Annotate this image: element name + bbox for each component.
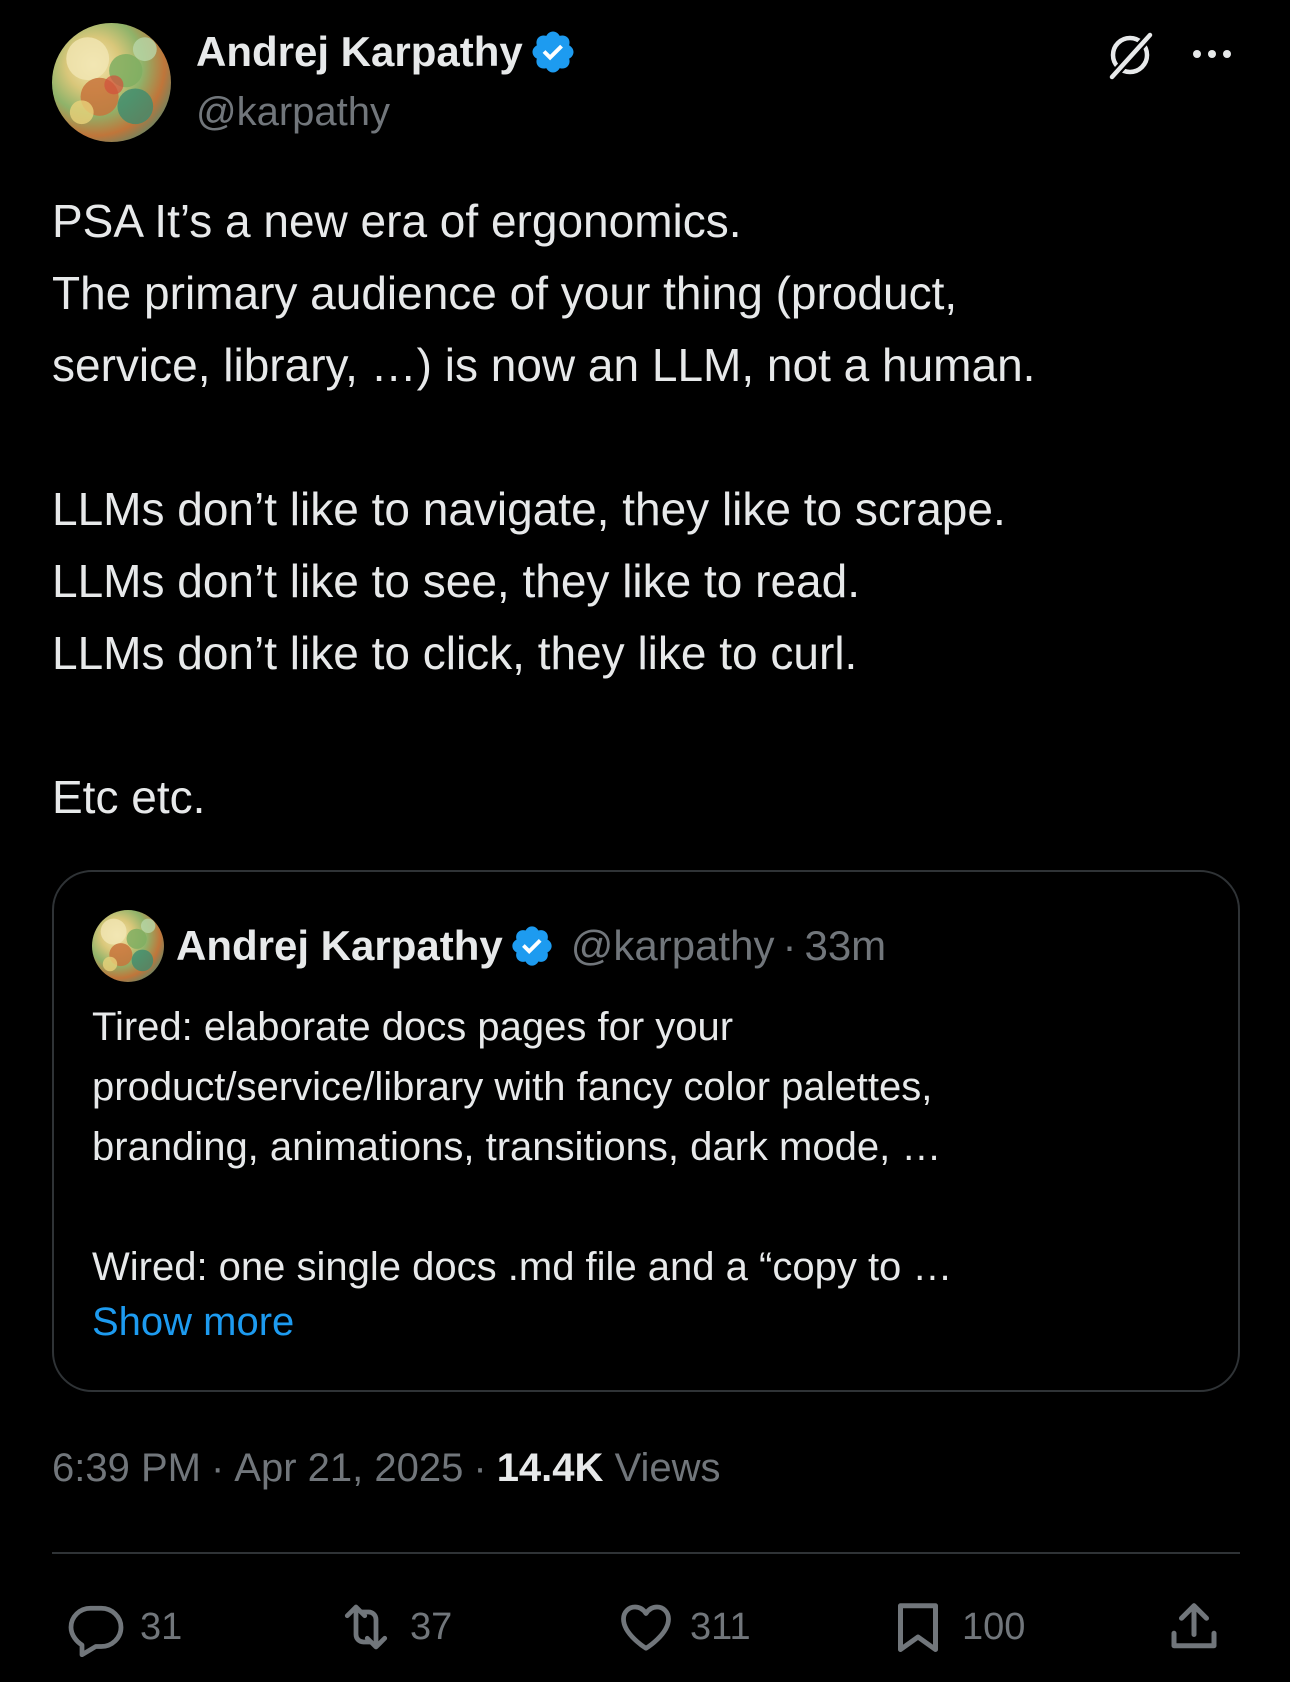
quote-line: product/service/library with fancy color… (92, 1065, 933, 1109)
tweet-line: Etc etc. (52, 771, 206, 823)
separator-dot: · (210, 1446, 225, 1490)
quoted-author-handle[interactable]: @karpathy (571, 922, 775, 970)
tweet-line: LLMs don’t like to see, they like to rea… (52, 555, 860, 607)
quoted-tweet-time[interactable]: 33m (804, 922, 886, 970)
separator-dot: · (473, 1446, 487, 1490)
author-avatar[interactable] (52, 23, 171, 142)
show-more-link[interactable]: Show more (92, 1292, 294, 1352)
author-handle[interactable]: @karpathy (196, 86, 390, 138)
heart-icon (621, 1604, 671, 1651)
quoted-tweet-text: Tired: elaborate docs pages for your pro… (92, 997, 1202, 1297)
tweet-meta: 6:39 PM · Apr 21, 2025 · 14.4K Views (52, 1440, 721, 1496)
reply-icon (68, 1605, 124, 1657)
like-count: 311 (690, 1605, 751, 1648)
verified-badge-icon (512, 926, 552, 966)
quoted-tweet-header: Andrej Karpathy @karpathy · 33m (176, 918, 886, 974)
share-icon (1171, 1603, 1217, 1649)
quoted-tweet-card[interactable]: Andrej Karpathy @karpathy · 33m Tired: e… (52, 870, 1240, 1392)
tweet-time[interactable]: 6:39 PM (52, 1446, 201, 1490)
bookmark-button[interactable]: 100 (888, 1595, 1025, 1659)
bookmark-count: 100 (962, 1605, 1026, 1648)
tweet-line: The primary audience of your thing (prod… (52, 267, 958, 319)
tweet-line: service, library, …) is now an LLM, not … (52, 339, 1036, 391)
views-label[interactable]: Views (615, 1446, 721, 1490)
grok-icon[interactable] (1102, 27, 1158, 83)
quoted-author-avatar[interactable] (92, 910, 164, 982)
divider (52, 1552, 1240, 1554)
repost-icon (344, 1604, 388, 1650)
share-button[interactable] (1164, 1595, 1224, 1659)
views-count[interactable]: 14.4K (497, 1446, 604, 1490)
author-name[interactable]: Andrej Karpathy (196, 26, 577, 78)
quote-line: Tired: elaborate docs pages for your (92, 1005, 734, 1049)
author-name-text[interactable]: Andrej Karpathy (196, 26, 523, 78)
repost-button[interactable]: 37 (336, 1595, 452, 1659)
verified-badge-icon (532, 31, 574, 73)
tweet-line: LLMs don’t like to click, they like to c… (52, 627, 858, 679)
reply-button[interactable]: 31 (66, 1595, 182, 1659)
tweet-line: PSA It’s a new era of ergonomics. (52, 195, 742, 247)
repost-count: 37 (410, 1605, 453, 1648)
tweet-line: LLMs don’t like to navigate, they like t… (52, 483, 1006, 535)
quote-blank-line (92, 1177, 1202, 1237)
more-options-icon[interactable] (1190, 40, 1234, 68)
quote-line: branding, animations, transitions, dark … (92, 1125, 942, 1169)
tweet-date[interactable]: Apr 21, 2025 (234, 1446, 463, 1490)
bookmark-icon (898, 1603, 938, 1652)
quote-line: Wired: one single docs .md file and a “c… (92, 1245, 953, 1289)
tweet-text: PSA It’s a new era of ergonomics. The pr… (52, 185, 1242, 833)
like-button[interactable]: 311 (616, 1595, 751, 1659)
quoted-author-name[interactable]: Andrej Karpathy (176, 922, 503, 970)
separator-dot: · (782, 922, 797, 969)
reply-count: 31 (140, 1605, 183, 1648)
